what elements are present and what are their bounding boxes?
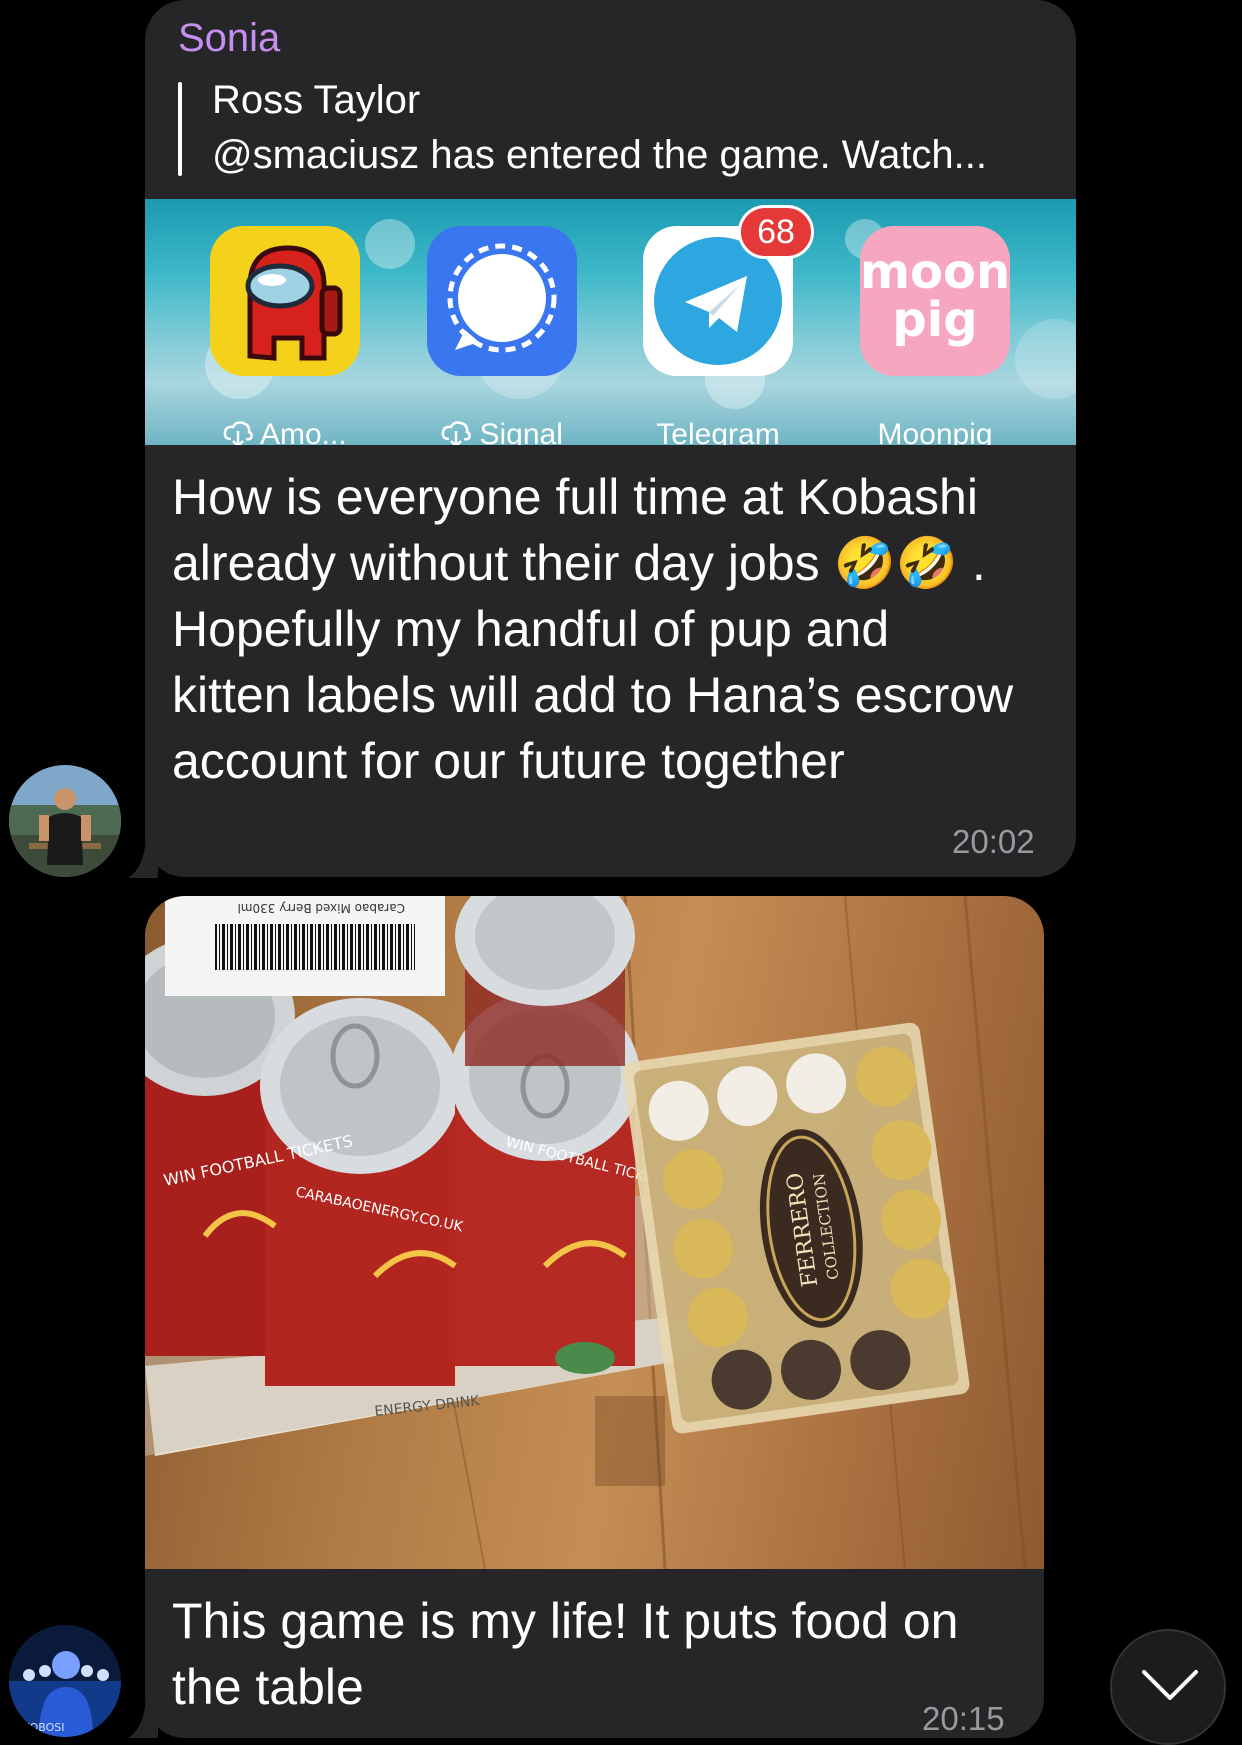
message-text: How is everyone full time at Kobashi alr… — [172, 469, 1014, 789]
app-telegram: 68 Telegram — [643, 205, 814, 445]
cloud-download-icon — [441, 418, 479, 445]
sender-avatar[interactable]: KOBOSI — [9, 1625, 121, 1737]
app-label: Telegram — [656, 418, 780, 445]
app-signal: Signal — [427, 226, 577, 445]
app-label: Signal — [387, 418, 617, 445]
svg-text:Carabao Mixed Berry 330ml: Carabao Mixed Berry 330ml — [238, 901, 406, 915]
among-us-icon — [210, 226, 360, 376]
scroll-to-bottom-button[interactable] — [1110, 1629, 1226, 1745]
notification-badge: 68 — [738, 205, 814, 259]
app-label: Amo... — [170, 418, 400, 445]
signal-icon — [427, 226, 577, 376]
app-moonpig: moon pig Moonpig — [860, 226, 1010, 445]
message-bubble[interactable]: WIN FOOTBALL TICKETS CARABAOENERGY.CO.UK… — [145, 896, 1044, 1738]
message-photo[interactable]: WIN FOOTBALL TICKETS CARABAOENERGY.CO.UK… — [145, 896, 1044, 1569]
avatar-photo: KOBOSI — [9, 1625, 121, 1737]
moonpig-icon: moon pig — [860, 226, 1010, 376]
avatar-photo — [9, 765, 121, 877]
message-time: 20:15 — [922, 1700, 1005, 1737]
message-image[interactable]: Amo... Signal 68 Telegram moon pig Moonp… — [145, 199, 1076, 445]
chevron-down-icon — [1142, 1670, 1198, 1700]
cloud-download-icon — [223, 418, 260, 445]
sender-name[interactable]: Sonia — [178, 16, 280, 61]
reply-bar — [178, 82, 182, 176]
reply-text: @smaciusz has entered the game. Watch... — [212, 133, 988, 177]
svg-text:KOBOSI: KOBOSI — [23, 1721, 65, 1734]
sender-avatar[interactable] — [9, 765, 121, 877]
message-text: This game is my life! It puts food on th… — [172, 1593, 959, 1715]
message-time: 20:02 — [952, 823, 1035, 860]
app-among-us: Amo... — [210, 226, 360, 445]
message-bubble[interactable]: Sonia Ross Taylor @smaciusz has entered … — [145, 0, 1076, 877]
reply-author: Ross Taylor — [212, 78, 421, 122]
reply-quote[interactable]: Ross Taylor @smaciusz has entered the ga… — [178, 78, 1058, 177]
app-label: Moonpig — [877, 418, 993, 445]
